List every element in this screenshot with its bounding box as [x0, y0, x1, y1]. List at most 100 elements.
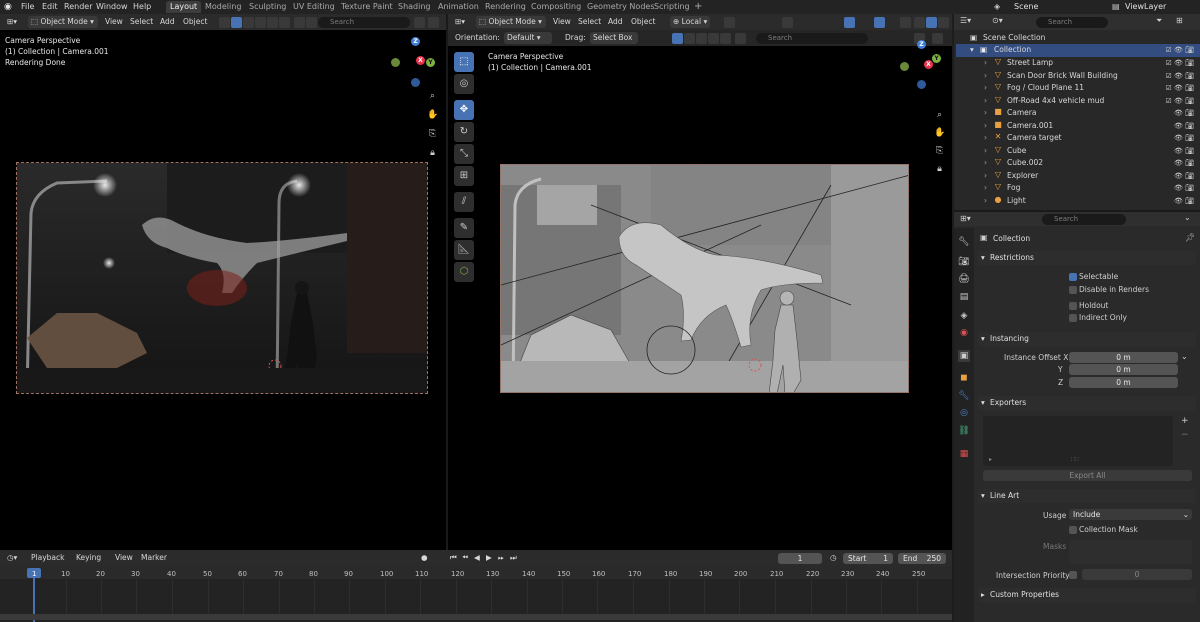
gizmo-neg-x[interactable]: [900, 62, 909, 71]
object-props-icon[interactable]: ◼: [958, 372, 970, 384]
collection-mask-checkbox[interactable]: [1069, 526, 1077, 534]
menu-object[interactable]: Object: [628, 16, 658, 28]
jump-key-back-icon[interactable]: ⏪︎: [459, 552, 471, 564]
expand-icon[interactable]: ›: [984, 57, 987, 70]
physics-props-icon[interactable]: ◎: [958, 407, 970, 419]
timeline-menu-view[interactable]: View: [112, 552, 136, 564]
disable-renders-checkbox[interactable]: [1069, 286, 1077, 294]
line-art-panel-header[interactable]: ▾ Line Art: [978, 489, 1196, 503]
holdout-checkbox[interactable]: [1069, 302, 1077, 310]
constraint-props-icon[interactable]: ⛓︎: [958, 425, 970, 437]
left-viewport[interactable]: Camera Perspective (1) Collection | Came…: [0, 30, 446, 550]
scene-name[interactable]: Scene: [1014, 2, 1038, 11]
right-nav-gizmo[interactable]: Z Y X: [896, 36, 946, 92]
select-invert-icon[interactable]: [267, 17, 278, 28]
expand-icon[interactable]: ›: [984, 170, 987, 183]
jump-key-forward-icon[interactable]: ⏩︎: [495, 552, 507, 564]
menu-edit[interactable]: Edit: [42, 2, 58, 11]
expand-icon[interactable]: ›: [984, 95, 987, 108]
tab-scripting[interactable]: Scripting: [650, 1, 694, 13]
gizmo-neg-x[interactable]: [391, 58, 400, 67]
tab-uv-editing[interactable]: UV Editing: [289, 1, 339, 13]
mode-selector[interactable]: ⬚ Object Mode ▾: [28, 16, 98, 28]
instancing-panel-header[interactable]: ▾ Instancing: [978, 332, 1196, 346]
gizmo-y-axis[interactable]: Y: [426, 58, 435, 67]
outliner-item-camera-001[interactable]: › ■ Camera.001 👁︎ 📷︎: [956, 120, 1200, 133]
menu-file[interactable]: File: [21, 2, 34, 11]
outliner-filter-icon[interactable]: ⏷: [1156, 16, 1162, 26]
instance-offset-x-field[interactable]: 0 m: [1069, 352, 1178, 363]
texture-props-icon[interactable]: ▦: [958, 448, 970, 460]
tab-geometry-nodes[interactable]: Geometry Nodes: [583, 1, 658, 13]
menu-window[interactable]: Window: [96, 2, 128, 11]
outliner-item-light[interactable]: › ● Light 👁︎ 📷︎: [956, 195, 1200, 208]
select-extend-icon[interactable]: [684, 33, 695, 44]
tab-layout[interactable]: Layout: [166, 1, 202, 13]
jump-end-icon[interactable]: ⏭: [507, 552, 520, 564]
lock-icon[interactable]: 🔒︎: [427, 148, 438, 159]
row-visibility-toggles[interactable]: 👁︎ 📷︎: [1174, 145, 1194, 158]
tool-move[interactable]: ✥: [454, 100, 474, 120]
output-props-icon[interactable]: 🖨︎: [958, 273, 970, 285]
tool-scale[interactable]: ⤡: [454, 144, 474, 164]
pin-icon[interactable]: 📌︎: [1185, 233, 1195, 242]
auto-keying-icon[interactable]: ●: [418, 552, 431, 564]
view-layer-props-icon[interactable]: ▤: [958, 291, 970, 303]
camera-view-icon[interactable]: ⎘: [934, 146, 945, 157]
menu-add[interactable]: Add: [605, 16, 626, 28]
tool-transform[interactable]: ⊞: [454, 166, 474, 186]
gizmo-neg-z[interactable]: [411, 78, 420, 87]
left-nav-gizmo[interactable]: Z Y X: [390, 36, 440, 88]
tool-annotate-line[interactable]: ✎: [454, 218, 474, 238]
tab-animation[interactable]: Animation: [434, 1, 483, 13]
select-intersect-icon[interactable]: [279, 17, 290, 28]
row-visibility-toggles[interactable]: 👁︎ 📷︎: [1174, 170, 1194, 183]
current-frame-field[interactable]: 1: [778, 553, 822, 564]
menu-help[interactable]: Help: [133, 2, 151, 11]
tool-props-icon[interactable]: 🔧︎: [958, 236, 970, 248]
expand-icon[interactable]: ›: [984, 120, 987, 133]
overlay-icon[interactable]: [306, 17, 317, 28]
gizmo-y-axis[interactable]: Y: [932, 54, 941, 63]
play-icon[interactable]: ▶: [483, 552, 495, 564]
gizmo-z-axis[interactable]: Z: [411, 37, 420, 46]
outliner-item-camera-target[interactable]: › ✕ Camera target 👁︎ 📷︎: [956, 132, 1200, 145]
zoom-icon[interactable]: ⌕: [934, 110, 945, 121]
expand-icon[interactable]: ›: [984, 145, 987, 158]
outliner-editor-icon[interactable]: ☰▾: [960, 16, 971, 25]
outliner-item-camera[interactable]: › ■ Camera 👁︎ 📷︎: [956, 107, 1200, 120]
intersection-priority-checkbox[interactable]: [1069, 571, 1077, 579]
timeline-menu-marker[interactable]: Marker: [138, 552, 170, 564]
menu-object[interactable]: Object: [180, 16, 210, 28]
mode-selector[interactable]: ⬚ Object Mode ▾: [476, 16, 546, 28]
outliner-collection[interactable]: ▾ ▣ Collection ☑ 👁︎ 📷︎: [956, 44, 1200, 57]
outliner-item-fog-cloud-plane-11[interactable]: › ▽ Fog / Cloud Plane 11 ☑ 👁︎ 📷︎: [956, 82, 1200, 95]
indirect-only-checkbox[interactable]: [1069, 314, 1077, 322]
expand-icon[interactable]: ›: [984, 195, 987, 208]
row-visibility-toggles[interactable]: ☑ 👁︎ 📷︎: [1166, 82, 1195, 95]
outliner-item-cube[interactable]: › ▽ Cube 👁︎ 📷︎: [956, 145, 1200, 158]
tool-rotate[interactable]: ↻: [454, 122, 474, 142]
outliner-item-scan-door-brick-wall-building[interactable]: › ▽ Scan Door Brick Wall Building ☑ 👁︎ 📷︎: [956, 70, 1200, 83]
gizmo-x-axis[interactable]: X: [416, 56, 425, 65]
menu-render[interactable]: Render: [64, 2, 92, 11]
filter-icon[interactable]: [414, 17, 425, 28]
outliner-item-fog[interactable]: › ▽ Fog 👁︎ 📷︎: [956, 182, 1200, 195]
expand-icon[interactable]: ▾: [970, 44, 974, 57]
custom-properties-panel-header[interactable]: ▸ Custom Properties: [978, 588, 1196, 602]
menu-view[interactable]: View: [550, 16, 574, 28]
display-mode-icon[interactable]: ⊙▾: [992, 16, 1003, 25]
row-visibility-toggles[interactable]: ☑ 👁︎ 📷︎: [1166, 70, 1195, 83]
tool-measure[interactable]: 📐︎: [454, 240, 474, 260]
outliner-item-cube-002[interactable]: › ▽ Cube.002 👁︎ 📷︎: [956, 157, 1200, 170]
gizmo-z-axis[interactable]: Z: [917, 40, 926, 49]
pan-hand-icon[interactable]: ✋: [934, 128, 945, 139]
gizmo-toggle-icon[interactable]: [844, 17, 855, 28]
add-workspace-icon[interactable]: +: [694, 1, 702, 12]
offset-dropdown-icon[interactable]: ⌄: [1181, 352, 1188, 361]
pivot-icon[interactable]: [724, 17, 735, 28]
timeline-menu-keying[interactable]: Keying: [73, 552, 104, 564]
row-visibility-toggles[interactable]: 👁︎ 📷︎: [1174, 120, 1194, 133]
start-frame-field[interactable]: Start 1: [843, 553, 893, 564]
drag-dropdown[interactable]: Select Box ▾: [590, 32, 638, 54]
